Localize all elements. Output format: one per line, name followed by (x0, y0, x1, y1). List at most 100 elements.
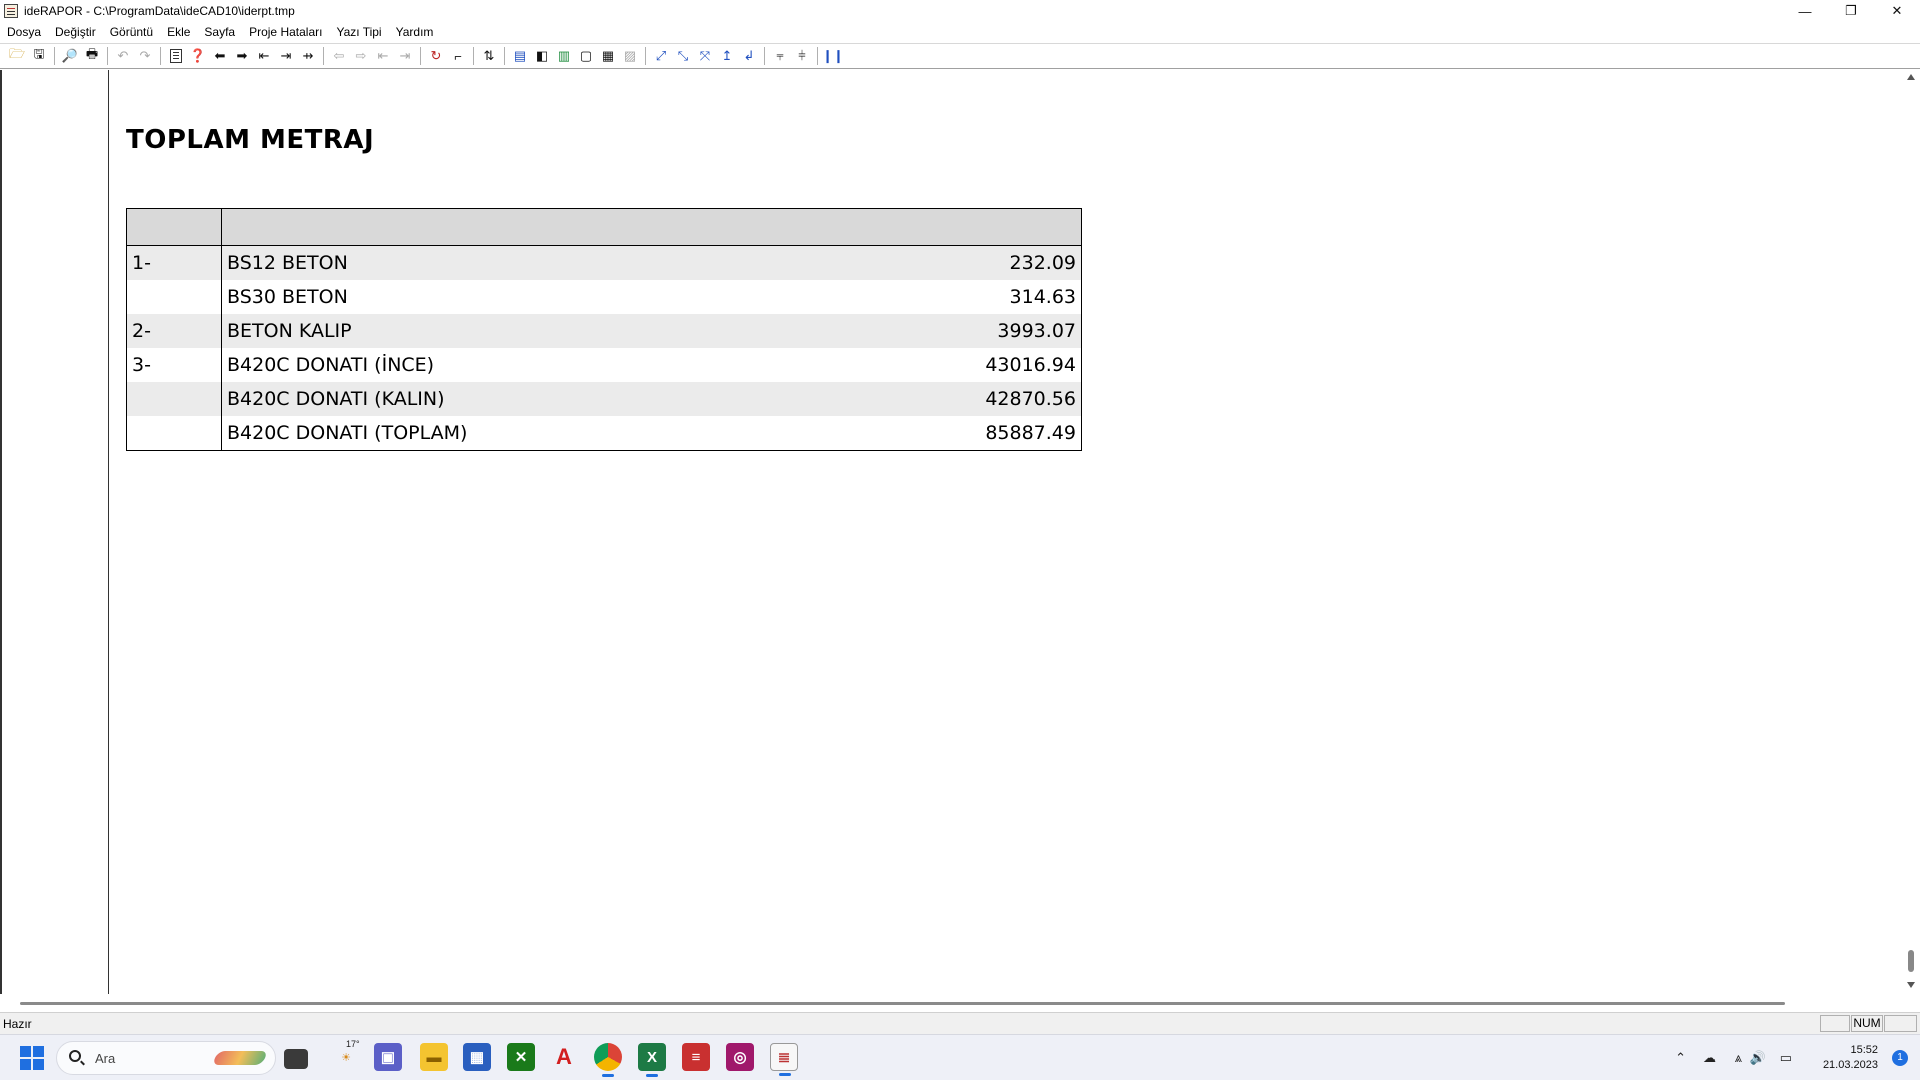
first-page-icon[interactable]: ⇤ (254, 46, 274, 66)
row-number: 3- (126, 348, 222, 382)
table-row: B420C DONATI (TOPLAM) 85887.49 (126, 416, 1082, 451)
app-icon-magenta[interactable]: ◎ (726, 1043, 754, 1071)
file-explorer-icon[interactable]: ▬ (420, 1043, 448, 1071)
arrow-right-icon[interactable]: ➡ (232, 46, 252, 66)
first-disabled-icon[interactable]: ⇤ (373, 46, 393, 66)
teams-chat-icon[interactable]: ▣ (374, 1043, 402, 1071)
menu-yardim[interactable]: Yardım (389, 25, 441, 39)
row-item: BS12 BETON (221, 245, 911, 280)
row-item: BETON KALIP (221, 314, 911, 348)
save-icon[interactable]: 🖫 (29, 46, 49, 66)
horizontal-scrollbar[interactable] (0, 994, 1920, 1012)
toolbar-separator (764, 47, 765, 65)
row-value: 85887.49 (985, 422, 1076, 444)
table-row: 3- B420C DONATI (İNCE) 43016.94 (126, 348, 1082, 382)
row-item: B420C DONATI (TOPLAM) (227, 422, 468, 444)
zoom-out-icon[interactable]: ⤡ (673, 46, 693, 66)
scroll-up-icon[interactable] (1907, 74, 1915, 80)
task-view-icon[interactable] (284, 1049, 308, 1069)
layout-column-icon[interactable]: ▥ (554, 46, 574, 66)
row-value: 42870.56 (911, 382, 1082, 416)
minimize-button[interactable]: — (1782, 0, 1828, 22)
row-number: 2- (126, 314, 222, 348)
onedrive-icon[interactable]: ☁ (1703, 1050, 1716, 1066)
windows-start-icon[interactable] (20, 1046, 44, 1070)
print-preview-icon[interactable]: 🔎 (60, 46, 80, 66)
layout-left-icon[interactable]: ◧ (532, 46, 552, 66)
page-break-icon[interactable]: ⌐ (448, 46, 468, 66)
menu-degistir[interactable]: Değiştir (48, 25, 103, 39)
chrome-icon[interactable] (594, 1043, 622, 1077)
wifi-icon[interactable]: ⩓ (1735, 1050, 1742, 1066)
menu-ekle[interactable]: Ekle (160, 25, 197, 39)
clock-time: 15:52 (1850, 1044, 1878, 1056)
fit-width-icon[interactable]: ↲ (739, 46, 759, 66)
fit-page-icon[interactable]: ⤧ (695, 46, 715, 66)
chevron-up-icon[interactable]: ⌃ (1675, 1050, 1686, 1066)
row-value: 3993.07 (911, 314, 1082, 348)
report-title: TOPLAM METRAJ (126, 125, 375, 155)
redo-icon[interactable]: ↷ (135, 46, 155, 66)
row-value: 43016.94 (985, 354, 1076, 376)
app-icon (4, 4, 18, 18)
row-item: B420C DONATI (İNCE) (227, 354, 435, 376)
xbox-icon[interactable]: ✕ (507, 1043, 535, 1071)
menu-bar: Dosya Değiştir Görüntü Ekle Sayfa Proje … (0, 22, 1920, 42)
search-placeholder: Ara (95, 1051, 116, 1066)
last-page-icon[interactable]: ⇥ (276, 46, 296, 66)
close-button[interactable]: ✕ (1874, 0, 1920, 22)
help-page-icon[interactable]: ❓ (188, 46, 208, 66)
toolbar-separator (323, 47, 324, 65)
menu-proje-hatalari[interactable]: Proje Hataları (242, 25, 329, 39)
status-text: Hazır (3, 1017, 32, 1031)
excel-icon[interactable]: X (638, 1043, 666, 1077)
store-icon[interactable]: ▦ (463, 1043, 491, 1071)
clock[interactable]: 15:52 21.03.2023 (1823, 1043, 1878, 1073)
table-row: 2- BETON KALIP 3993.07 (126, 314, 1082, 348)
menu-sayfa[interactable]: Sayfa (197, 25, 242, 39)
table-header-cell (221, 208, 1082, 246)
battery-icon[interactable]: ▭ (1780, 1050, 1792, 1066)
acrobat-icon[interactable]: A (550, 1043, 578, 1071)
menu-dosya[interactable]: Dosya (0, 25, 48, 39)
taskbar: Ara ☀ 17° ▣ ▬ ▦ ✕ A X ≡ ◎ ≣ ⌃ ☁ ⩓ 🔊 ▭ 15… (0, 1034, 1920, 1080)
title-bar: ideRAPOR - C:\ProgramData\ideCAD10\iderp… (0, 0, 1920, 22)
vertical-scroll-thumb[interactable] (1908, 950, 1914, 972)
arrow-left-icon[interactable]: ⬅ (210, 46, 230, 66)
layout-grid-icon[interactable]: ▦ (598, 46, 618, 66)
scroll-down-icon[interactable] (1907, 982, 1915, 988)
expand-icon[interactable]: ⫩ (792, 46, 812, 66)
refresh-icon[interactable]: ↻ (426, 46, 446, 66)
toolbar-separator (817, 47, 818, 65)
last-disabled-icon[interactable]: ⇥ (395, 46, 415, 66)
fit-height-icon[interactable]: ↥ (717, 46, 737, 66)
goto-page-icon[interactable]: ⇸ (298, 46, 318, 66)
next-disabled-icon[interactable]: ⇨ (351, 46, 371, 66)
layout-header-icon[interactable]: ▤ (510, 46, 530, 66)
speaker-icon[interactable]: 🔊 (1750, 1050, 1766, 1066)
row-number: 1- (126, 245, 222, 280)
notification-badge[interactable]: 1 (1892, 1050, 1908, 1066)
prev-disabled-icon[interactable]: ⇦ (329, 46, 349, 66)
open-folder-icon[interactable]: 🗁 (7, 46, 27, 66)
idecad-icon[interactable]: ≡ (682, 1043, 710, 1071)
row-number (126, 280, 222, 314)
page-icon[interactable] (166, 46, 186, 66)
horizontal-scroll-thumb[interactable] (20, 1002, 1785, 1005)
restore-button[interactable]: ❐ (1828, 0, 1874, 22)
columns-icon[interactable]: ❙❙ (822, 46, 844, 66)
sort-icon[interactable]: ⇅ (479, 46, 499, 66)
taskbar-search[interactable]: Ara (56, 1041, 276, 1075)
vertical-scrollbar[interactable] (1902, 70, 1920, 994)
menu-goruntu[interactable]: Görüntü (103, 25, 160, 39)
print-icon[interactable]: 🖶 (82, 46, 102, 66)
zoom-in-icon[interactable]: ⤢ (651, 46, 671, 66)
layout-frame-icon[interactable]: ▢ (576, 46, 596, 66)
layout-disabled-icon[interactable]: ▨ (620, 46, 640, 66)
iderapor-taskbar-icon[interactable]: ≣ (770, 1043, 798, 1076)
clock-date: 21.03.2023 (1822, 1059, 1878, 1071)
undo-icon[interactable]: ↶ (113, 46, 133, 66)
toolbar: 🗁 🖫 🔎 🖶 ↶ ↷ ❓ ⬅ ➡ ⇤ ⇥ ⇸ ⇦ ⇨ ⇤ ⇥ ↻ ⌐ ⇅ ▤ … (0, 43, 1920, 69)
menu-yazi-tipi[interactable]: Yazı Tipi (329, 25, 388, 39)
collapse-icon[interactable]: ⫧ (770, 46, 790, 66)
